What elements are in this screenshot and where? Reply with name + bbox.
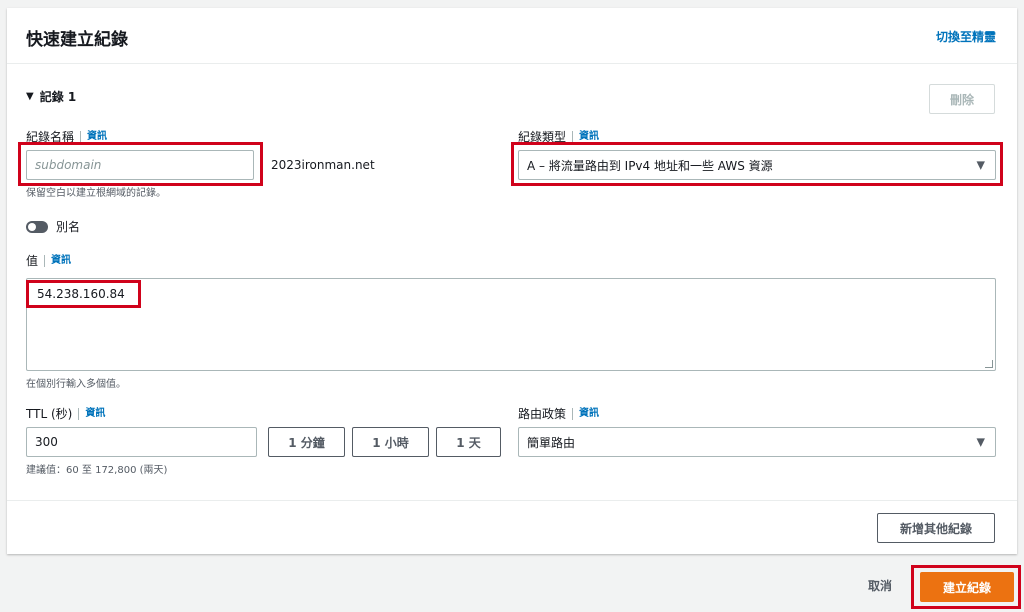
record-name-label-text: 紀錄名稱	[26, 130, 75, 144]
record-type-label: 紀錄類型 資訊	[518, 128, 599, 145]
ttl-1-day-button[interactable]: 1 天	[436, 427, 501, 457]
alias-toggle[interactable]: 別名	[26, 218, 80, 235]
add-another-record-button[interactable]: 新增其他紀錄	[877, 513, 995, 543]
record-type-selected: A – 將流量路由到 IPv4 地址和一些 AWS 資源	[527, 158, 773, 173]
quick-create-panel: 快速建立紀錄 切換至精靈 ▼ 記錄 1 刪除 紀錄名稱 資訊 subdomain…	[7, 8, 1017, 554]
ttl-label-text: TTL (秒)	[26, 407, 73, 421]
toggle-switch-icon	[26, 220, 48, 233]
switch-to-wizard-link[interactable]: 切換至精靈	[936, 28, 996, 45]
caret-down-icon: ▼	[976, 435, 985, 449]
alias-label: 別名	[56, 220, 81, 234]
create-records-button[interactable]: 建立紀錄	[920, 572, 1014, 602]
ttl-1-hour-button[interactable]: 1 小時	[352, 427, 429, 457]
record-section-label: 記錄 1	[39, 90, 77, 104]
caret-down-icon: ▼	[26, 91, 34, 102]
record-type-label-text: 紀錄類型	[518, 130, 567, 144]
record-type-select[interactable]: A – 將流量路由到 IPv4 地址和一些 AWS 資源 ▼	[518, 150, 996, 180]
delete-record-button[interactable]: 刪除	[929, 84, 995, 114]
divider	[7, 500, 1017, 501]
page-title: 快速建立紀錄	[26, 30, 128, 50]
ttl-label: TTL (秒) 資訊	[26, 405, 105, 422]
value-hint: 在個別行輸入多個值。	[26, 379, 126, 390]
record-type-info-link[interactable]: 資訊	[572, 130, 599, 143]
ttl-hint: 建議值：60 至 172,800 (兩天)	[26, 465, 168, 476]
domain-suffix: 2023ironman.net	[271, 158, 375, 172]
ttl-info-link[interactable]: 資訊	[78, 407, 105, 420]
cancel-button[interactable]: 取消	[868, 577, 892, 594]
panel-header: 快速建立紀錄 切換至精靈	[7, 8, 1017, 64]
value-label-text: 值	[26, 254, 39, 268]
record-name-hint: 保留空白以建立根網域的記錄。	[26, 188, 166, 199]
routing-policy-label: 路由政策 資訊	[518, 405, 599, 422]
ttl-1-minute-button[interactable]: 1 分鐘	[268, 427, 345, 457]
record-name-info-link[interactable]: 資訊	[80, 130, 107, 143]
ttl-input[interactable]: 300	[26, 427, 257, 457]
resize-grip-icon[interactable]	[985, 360, 993, 368]
routing-policy-label-text: 路由政策	[518, 407, 567, 421]
caret-down-icon: ▼	[976, 158, 985, 172]
value-text: 54.238.160.84	[37, 287, 125, 301]
value-info-link[interactable]: 資訊	[44, 254, 71, 267]
value-label: 值 資訊	[26, 252, 71, 269]
routing-policy-selected: 簡單路由	[527, 435, 576, 450]
routing-policy-info-link[interactable]: 資訊	[572, 407, 599, 420]
value-textarea[interactable]: 54.238.160.84	[26, 278, 996, 371]
record-name-input[interactable]: subdomain	[26, 150, 254, 180]
record-name-label: 紀錄名稱 資訊	[26, 128, 107, 145]
record-section-toggle[interactable]: ▼ 記錄 1	[26, 88, 76, 105]
routing-policy-select[interactable]: 簡單路由 ▼	[518, 427, 996, 457]
